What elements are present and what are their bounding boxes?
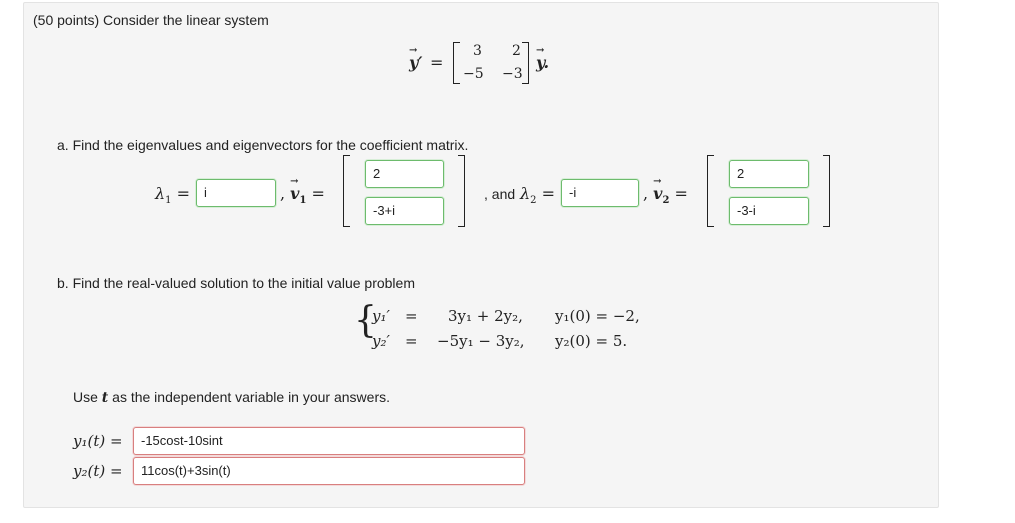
matrix-left-bracket [453,42,460,84]
v1-right-bracket [458,155,465,227]
lhs-vector: → y′ [409,45,423,72]
y1-answer-input[interactable]: -15cost-10sint [133,427,525,455]
v2-input-1[interactable]: 2 [729,160,809,188]
ivp-ic1: y₁(0) = −2, [555,307,640,325]
lambda2-label: λ2 = [520,184,556,207]
instruction-text: Use t as the independent variable in you… [73,389,390,406]
lambda1-input[interactable]: i [196,179,276,207]
and-text: , and [484,186,516,202]
matrix-cell-22: −3 [502,66,523,82]
rhs-vector: → y. [536,45,550,72]
part-a-prompt: a. Find the eigenvalues and eigenvectors… [57,137,469,153]
ivp-eq2-rhs: −5y₁ − 3y₂, [437,332,525,350]
ivp-eq1-rhs: 3y₁ + 2y₂, [448,307,523,325]
v1-left-bracket [343,155,350,227]
answer1-label: y₁(t) = [73,432,123,450]
vector-arrow-icon: → [290,176,299,187]
lambda2-input[interactable]: -i [561,179,639,207]
ivp-eq1-equals: = [405,307,418,325]
equals-sign: = [430,53,444,72]
v1-input-2[interactable]: -3+i [365,197,444,225]
v1-input-1[interactable]: 2 [365,160,444,188]
vector-arrow-icon: → [653,176,662,187]
question-header: (50 points) Consider the linear system [33,12,269,28]
part-b-prompt: b. Find the real-valued solution to the … [57,275,415,291]
v2-input-2[interactable]: -3-i [729,197,809,225]
answer2-label: y₂(t) = [73,462,123,480]
vector-arrow-icon: → [536,45,545,56]
matrix-right-bracket [522,42,529,84]
v2-left-bracket [707,155,714,227]
v1-label: , → v1 = [280,176,325,207]
v2-label: , → v2 = [643,176,688,207]
lambda1-label: λ1 = [155,184,191,207]
matrix-cell-12: 2 [512,43,521,59]
ivp-eq1-lhs: y₁′ [372,307,390,325]
v2-right-bracket [823,155,830,227]
matrix-cell-11: 3 [473,43,482,59]
matrix-cell-21: −5 [463,66,484,82]
vector-arrow-icon: → [409,45,418,56]
ivp-eq2-lhs: y₂′ [372,332,390,350]
y2-answer-input[interactable]: 11cos(t)+3sin(t) [133,457,525,485]
ivp-ic2: y₂(0) = 5. [555,332,628,350]
ivp-eq2-equals: = [405,332,418,350]
